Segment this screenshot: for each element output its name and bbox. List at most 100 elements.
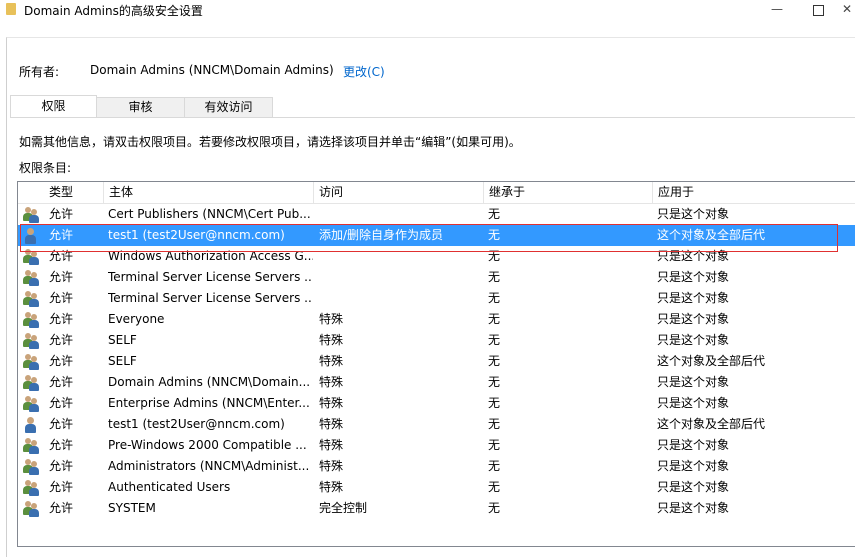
cell-applies-to: 只是这个对象 <box>657 375 730 389</box>
change-owner-link[interactable]: 更改(C) <box>343 63 385 80</box>
cell-principal: Administrators (NNCM\Administ... <box>108 459 310 473</box>
cell-applies-to: 这个对象及全部后代 <box>657 417 766 431</box>
table-row[interactable]: 允许 Authenticated Users 特殊 无 只是这个对象 <box>18 477 855 498</box>
cell-inherited: 无 <box>488 207 501 221</box>
cell-type: 允许 <box>49 270 74 284</box>
cell-principal: Terminal Server License Servers ... <box>108 291 313 305</box>
cell-principal: Authenticated Users <box>108 480 231 494</box>
row-icon-cell <box>23 351 39 372</box>
cell-access <box>319 246 484 267</box>
row-icon-cell <box>23 330 39 351</box>
cell-principal: Enterprise Admins (NNCM\Enter... <box>108 396 310 410</box>
cell-access: 特殊 <box>319 375 344 389</box>
column-header-inherited[interactable]: 继承于 <box>483 182 659 203</box>
cell-access: 特殊 <box>319 417 344 431</box>
permission-entries-label: 权限条目: <box>19 161 72 175</box>
cell-inherited: 无 <box>488 501 501 515</box>
cell-access: 完全控制 <box>319 501 368 515</box>
cell-access: 特殊 <box>319 459 344 473</box>
user-icon <box>23 417 39 433</box>
cell-applies-to: 只是这个对象 <box>657 312 730 326</box>
cell-applies-to: 这个对象及全部后代 <box>657 354 766 368</box>
tab-panel-border <box>10 117 855 118</box>
table-row[interactable]: 允许 Cert Publishers (NNCM\Cert Pub... 无 只是这个… <box>18 204 855 225</box>
minimize-button[interactable]: — <box>757 0 797 19</box>
cell-inherited: 无 <box>488 417 501 431</box>
table-row[interactable]: 允许 Pre-Windows 2000 Compatible ... 特殊 无 只是这个… <box>18 435 855 456</box>
group-icon <box>23 459 39 475</box>
table-row[interactable]: 允许 Administrators (NNCM\Administ... 特殊 无 只是这… <box>18 456 855 477</box>
table-row[interactable]: 允许 test1 (test2User@nncm.com) 特殊 无 这个对象及全部后代 <box>18 414 855 435</box>
cell-inherited: 无 <box>488 438 501 452</box>
cell-applies-to: 只是这个对象 <box>657 438 730 452</box>
column-header-principal[interactable]: 主体 <box>103 182 319 203</box>
group-icon <box>23 354 39 370</box>
table-row[interactable]: 允许 Terminal Server License Servers ... 无 只是… <box>18 288 855 309</box>
table-row[interactable]: 允许 Enterprise Admins (NNCM\Enter... 特殊 无 只是这… <box>18 393 855 414</box>
column-header-type[interactable]: 类型 <box>43 182 109 203</box>
group-icon <box>23 312 39 328</box>
table-row[interactable]: 允许 SYSTEM 完全控制 无 只是这个对象 <box>18 498 855 519</box>
cell-type: 允许 <box>49 249 74 263</box>
tab-permissions[interactable]: 权限 <box>10 95 97 118</box>
cell-inherited: 无 <box>488 333 501 347</box>
cell-applies-to: 只是这个对象 <box>657 501 730 515</box>
group-icon <box>23 207 39 223</box>
cell-inherited: 无 <box>488 354 501 368</box>
cell-type: 允许 <box>49 291 74 305</box>
cell-access <box>319 288 484 309</box>
cell-principal: Cert Publishers (NNCM\Cert Pub... <box>108 207 311 221</box>
cell-type: 允许 <box>49 459 74 473</box>
cell-principal: SELF <box>108 354 137 368</box>
group-icon <box>23 480 39 496</box>
table-row[interactable]: 允许 Windows Authorization Access G... 无 只是这个… <box>18 246 855 267</box>
cell-principal: Domain Admins (NNCM\Domain... <box>108 375 311 389</box>
tab-effective-access[interactable]: 有效访问 <box>184 97 273 117</box>
close-button[interactable]: ✕ <box>839 0 855 19</box>
permission-entries-list[interactable]: 类型 主体 访问 继承于 应用于 允许 Cert Publishers (NNCM… <box>17 181 855 547</box>
cell-type: 允许 <box>49 396 74 410</box>
table-row[interactable]: 允许 Domain Admins (NNCM\Domain... 特殊 无 只是这个对象 <box>18 372 855 393</box>
cell-type: 允许 <box>49 333 74 347</box>
cell-type: 允许 <box>49 438 74 452</box>
cell-principal: SYSTEM <box>108 501 156 515</box>
group-icon <box>23 333 39 349</box>
cell-inherited: 无 <box>488 249 501 263</box>
table-row[interactable]: 允许 SELF 特殊 无 这个对象及全部后代 <box>18 351 855 372</box>
cell-applies-to: 这个对象及全部后代 <box>657 228 766 242</box>
table-row[interactable]: 允许 SELF 特殊 无 只是这个对象 <box>18 330 855 351</box>
cell-access: 特殊 <box>319 312 344 326</box>
cell-type: 允许 <box>49 312 74 326</box>
maximize-button[interactable] <box>798 0 838 19</box>
cell-applies-to: 只是这个对象 <box>657 480 730 494</box>
cell-applies-to: 只是这个对象 <box>657 459 730 473</box>
cell-applies-to: 只是这个对象 <box>657 291 730 305</box>
cell-access: 特殊 <box>319 438 344 452</box>
row-icon-cell <box>23 309 39 330</box>
table-row[interactable]: 允许 Terminal Server License Servers ... 无 只是… <box>18 267 855 288</box>
cell-inherited: 无 <box>488 375 501 389</box>
cell-applies-to: 只是这个对象 <box>657 249 730 263</box>
cell-access: 特殊 <box>319 396 344 410</box>
cell-inherited: 无 <box>488 459 501 473</box>
column-header-applies-to[interactable]: 应用于 <box>652 182 855 203</box>
cell-inherited: 无 <box>488 291 501 305</box>
group-icon <box>23 270 39 286</box>
row-icon-cell <box>23 288 39 309</box>
owner-label: 所有者: <box>19 65 60 79</box>
cell-access: 特殊 <box>319 354 344 368</box>
cell-type: 允许 <box>49 354 74 368</box>
cell-principal: test1 (test2User@nncm.com) <box>108 417 285 431</box>
column-header-access[interactable]: 访问 <box>313 182 489 203</box>
cell-principal: test1 (test2User@nncm.com) <box>108 228 285 242</box>
row-icon-cell <box>23 393 39 414</box>
row-icon-cell <box>23 498 39 519</box>
cell-applies-to: 只是这个对象 <box>657 333 730 347</box>
tab-auditing[interactable]: 审核 <box>96 97 185 117</box>
table-row[interactable]: 允许 Everyone 特殊 无 只是这个对象 <box>18 309 855 330</box>
group-icon <box>23 501 39 517</box>
cell-principal: Everyone <box>108 312 165 326</box>
row-icon-cell <box>23 477 39 498</box>
cell-access <box>319 204 484 225</box>
table-row[interactable]: 允许 test1 (test2User@nncm.com) 添加/删除自身作为成员 无… <box>18 225 855 246</box>
